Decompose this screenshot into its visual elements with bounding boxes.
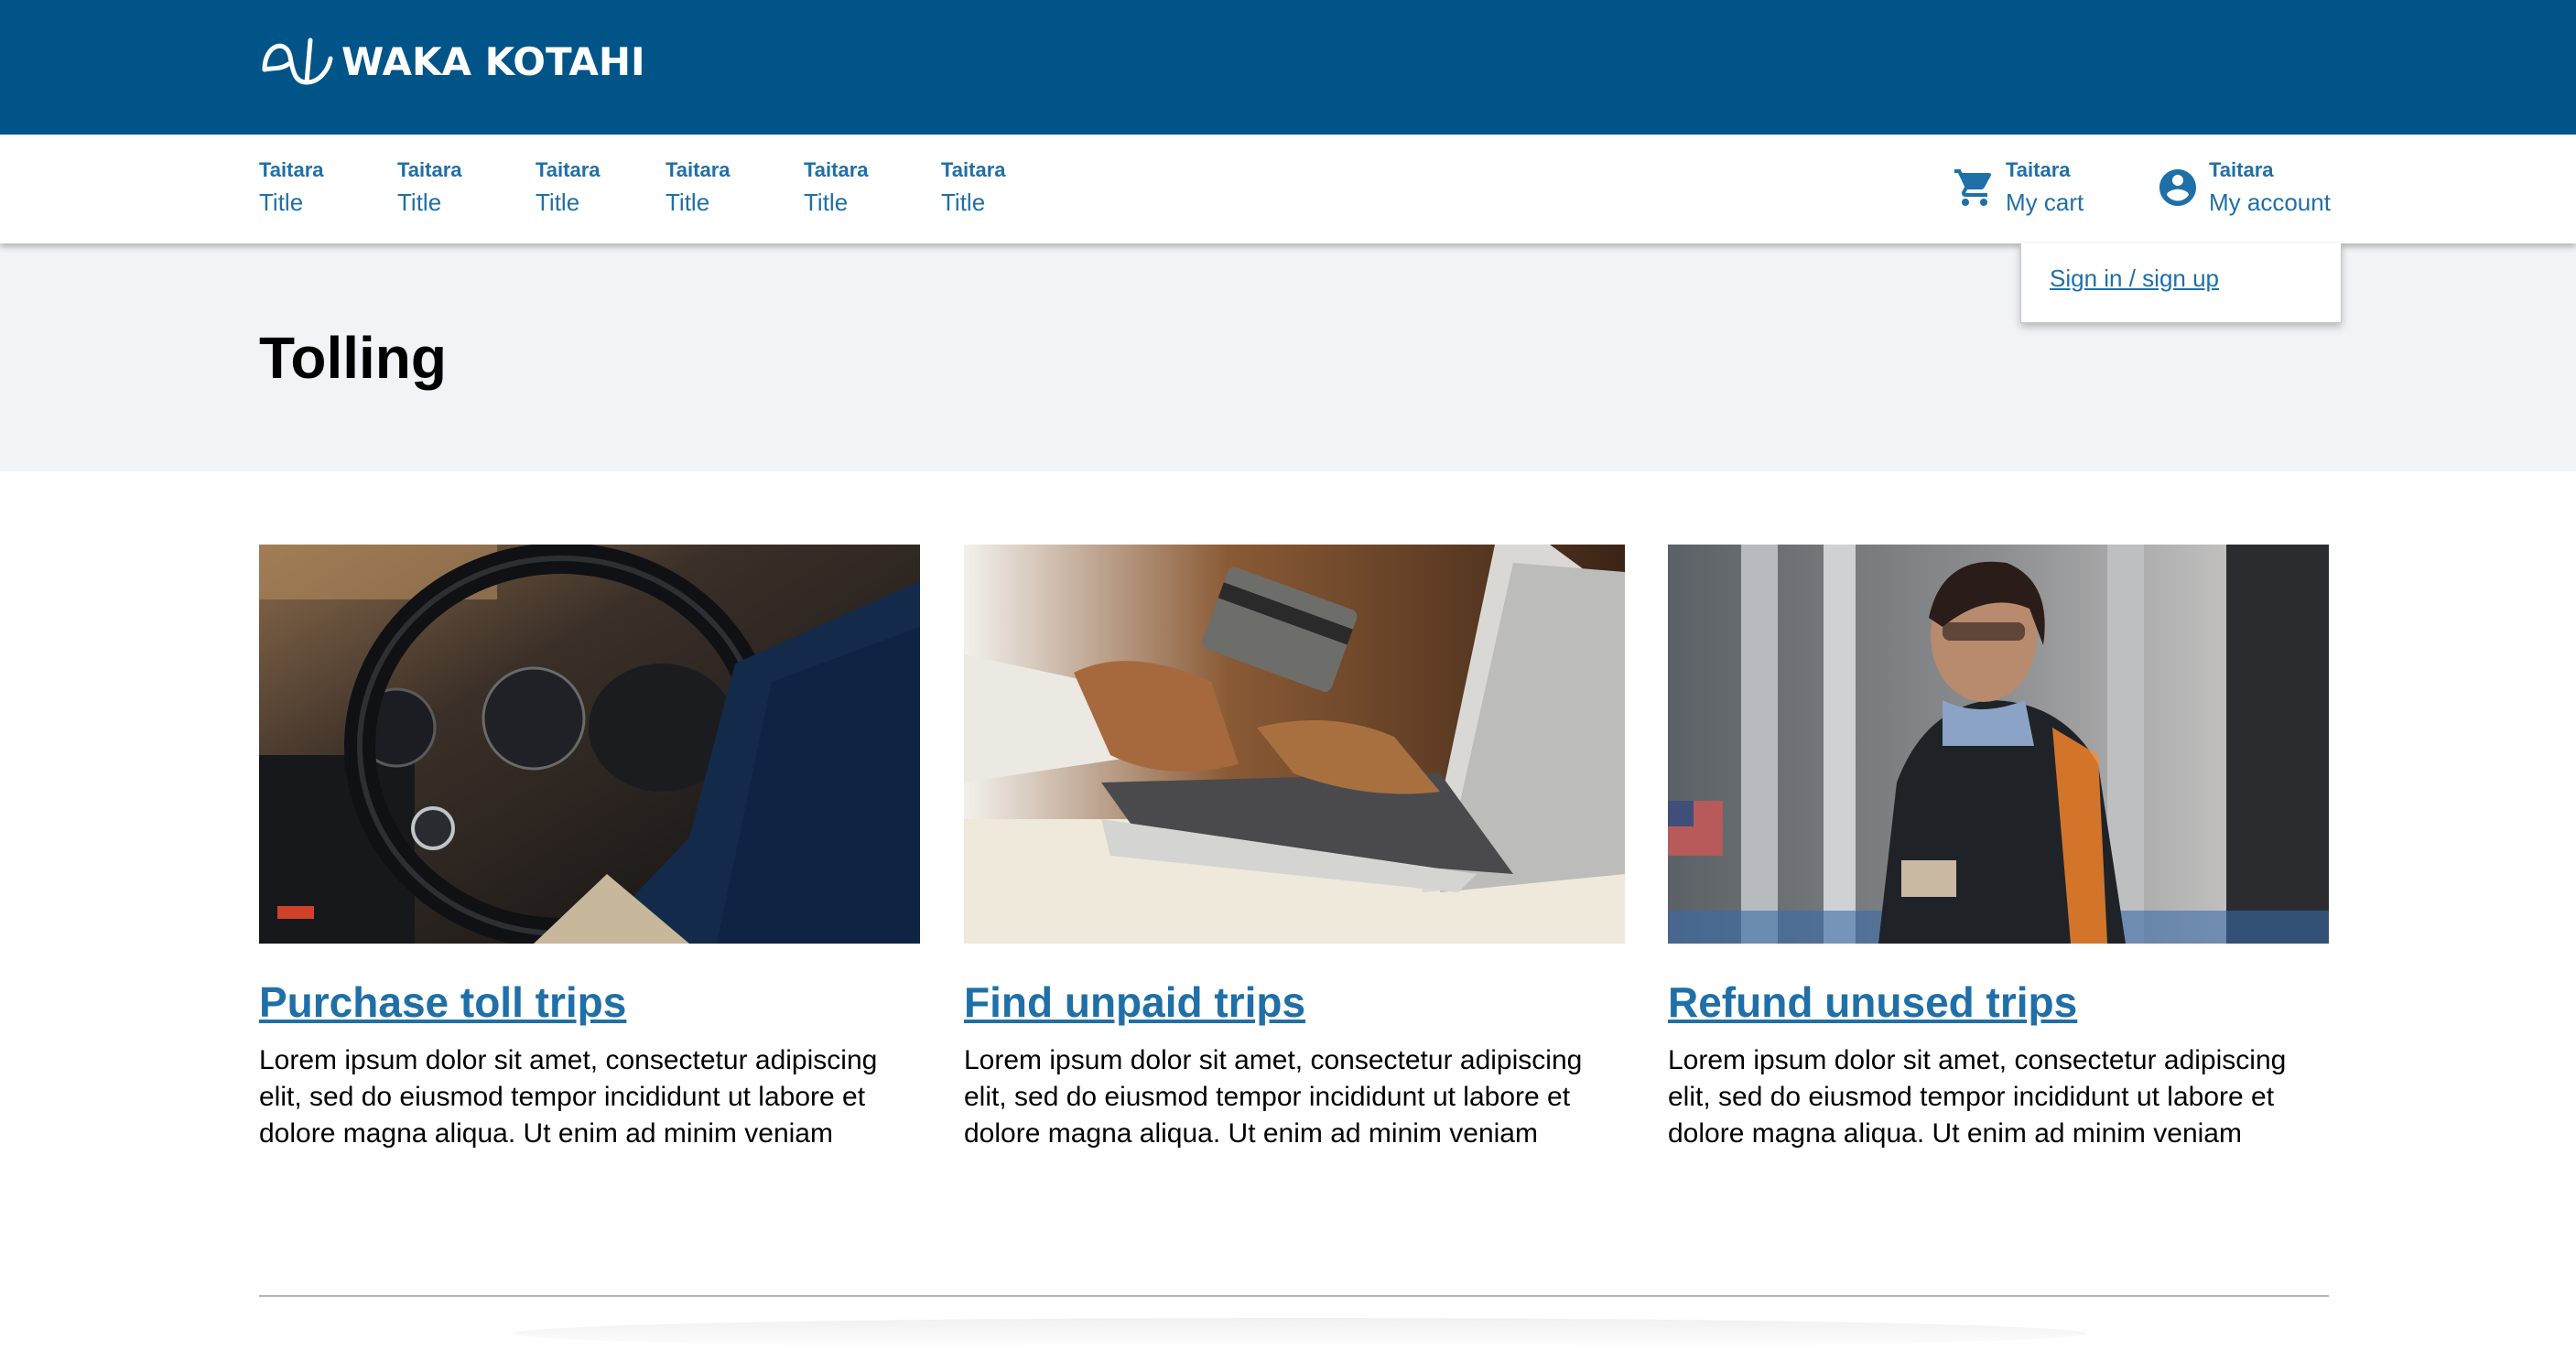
shopping-cart-icon [1953,166,1997,210]
account-label: My account [2209,189,2331,216]
nav-item-label: Title [536,189,580,216]
card-title[interactable]: Find unpaid trips [964,977,1625,1028]
brand-bar: WAKA KOTAHI [0,0,2576,135]
nav-item-label: Title [941,189,986,216]
brand-name: WAKA KOTAHI [341,39,645,84]
waka-kotahi-logo-icon [259,33,334,92]
card-refund-unused-trips: Refund unused trips Lorem ipsum dolor si… [1668,545,2329,1152]
nav-item-label: Title [397,189,442,216]
account-circle-icon [2156,166,2200,210]
page-title: Tolling [259,325,447,391]
nav-item-6[interactable]: Taitara Title [941,158,1006,219]
nav-account[interactable]: Taitara My account [2156,158,2331,219]
card-description: Lorem ipsum dolor sit amet, consectetur … [259,1045,878,1149]
cart-label: My cart [2006,189,2084,216]
nav-item-3[interactable]: Taitara Title [536,158,601,219]
cart-maori-label: Taitara [2006,158,2071,181]
card-title[interactable]: Purchase toll trips [259,977,920,1028]
account-dropdown: Sign in / sign up [2020,243,2342,323]
nav-item-maori-label: Taitara [536,158,601,181]
car-steering-wheel-photo[interactable] [259,545,920,944]
nav-item-label: Title [804,189,849,216]
nav-item-5[interactable]: Taitara Title [804,158,869,219]
nav-item-maori-label: Taitara [941,158,1006,181]
nav-item-maori-label: Taitara [804,158,869,181]
nav-item-4[interactable]: Taitara Title [666,158,731,219]
card-description: Lorem ipsum dolor sit amet, consectetur … [964,1045,1583,1149]
account-maori-label: Taitara [2209,158,2274,181]
nav-item-1[interactable]: Taitara Title [259,158,324,219]
credit-card-laptop-photo[interactable] [964,545,1625,944]
section-divider [259,1295,2329,1297]
nav-item-maori-label: Taitara [397,158,462,181]
nav-item-maori-label: Taitara [259,158,324,181]
card-purchase-toll-trips: Purchase toll trips Lorem ipsum dolor si… [259,545,920,1152]
nav-item-label: Title [666,189,710,216]
site-logo[interactable]: WAKA KOTAHI [259,35,645,90]
main-nav: Taitara Title Taitara Title Taitara Titl… [0,135,2576,243]
sign-in-link[interactable]: Sign in / sign up [2050,262,2219,295]
nav-item-maori-label: Taitara [666,158,731,181]
nav-item-2[interactable]: Taitara Title [397,158,462,219]
card-find-unpaid-trips: Find unpaid trips Lorem ipsum dolor sit … [964,545,1625,1152]
nav-cart[interactable]: Taitara My cart [1953,158,2084,219]
card-title[interactable]: Refund unused trips [1668,977,2329,1028]
footer-shadow [513,1318,2087,1349]
card-description: Lorem ipsum dolor sit amet, consectetur … [1668,1045,2287,1149]
nav-item-label: Title [259,189,304,216]
toll-booth-attendant-photo[interactable] [1668,545,2329,944]
